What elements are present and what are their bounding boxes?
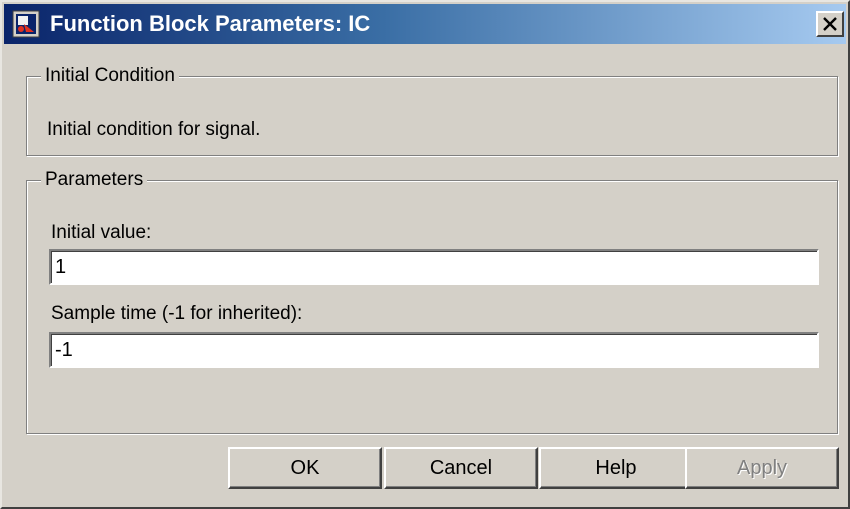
cancel-button[interactable]: Cancel [384,447,538,489]
initial-condition-legend: Initial Condition [41,64,179,88]
simulink-block-icon [12,10,40,38]
initial-value-label: Initial value: [51,222,152,243]
apply-button[interactable]: Apply [685,447,839,489]
ok-button[interactable]: OK [228,447,382,489]
close-button[interactable] [816,11,844,37]
parameters-group: Parameters Initial value: Sample time (-… [26,168,838,434]
help-button[interactable]: Help [539,447,693,489]
sample-time-input[interactable] [49,332,819,368]
close-x-icon [823,17,837,31]
initial-value-input[interactable] [49,249,819,285]
dialog-window: Function Block Parameters: IC Initial Co… [0,0,850,509]
window-title: Function Block Parameters: IC [50,11,371,36]
block-description: Initial condition for signal. [47,119,261,140]
title-bar[interactable]: Function Block Parameters: IC [4,4,846,44]
parameters-legend: Parameters [41,168,148,192]
initial-condition-group: Initial Condition Initial condition for … [26,64,838,156]
sample-time-label: Sample time (-1 for inherited): [51,303,303,324]
